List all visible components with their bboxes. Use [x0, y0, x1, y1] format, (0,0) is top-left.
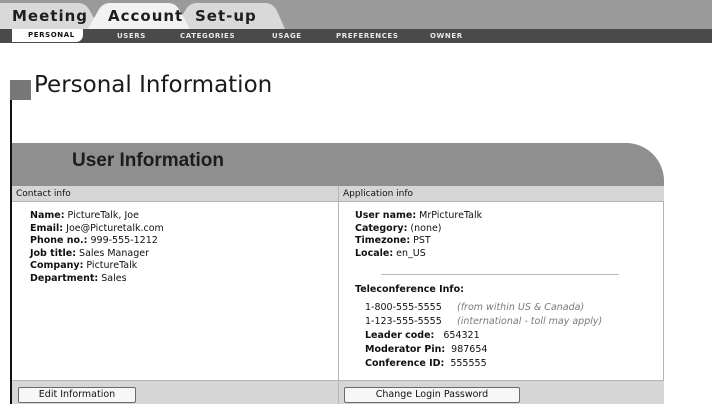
category-label: Category: — [355, 222, 408, 234]
conference-id-label: Conference ID: — [365, 358, 445, 369]
dial-in-note: (international - toll may apply) — [457, 316, 603, 327]
teleconference-heading-text: Teleconference Info: — [355, 284, 464, 295]
contact-job-title: Job title: Sales Manager — [30, 248, 164, 261]
email-value: Joe@Picturetalk.com — [66, 222, 164, 234]
locale-label: Locale: — [355, 247, 394, 259]
subnav-preferences[interactable]: PREFERENCES — [336, 29, 398, 43]
application-details: User name: MrPictureTalk Category: (none… — [355, 210, 482, 260]
dial-in-domestic: 1-800-555-5555 (from within US & Canada) — [365, 301, 602, 315]
application-footer: Change Login Password — [338, 380, 664, 404]
conference-id-value: 555555 — [450, 358, 487, 369]
user-information-header: User Information — [12, 143, 664, 186]
moderator-pin-value: 987654 — [451, 344, 488, 355]
timezone-value: PST — [413, 235, 431, 246]
account-subnav: PERSONAL USERS CATEGORIES USAGE PREFEREN… — [0, 29, 712, 43]
leader-code-label: Leader code: — [365, 330, 435, 341]
username-value: MrPictureTalk — [419, 210, 483, 221]
top-tab-bar: Meeting Set-up Account — [0, 0, 712, 29]
teleconference-heading: Teleconference Info: — [355, 284, 464, 297]
page-title: Personal Information — [34, 72, 273, 98]
application-info-heading: Application info — [338, 186, 664, 202]
application-info-section: User name: MrPictureTalk Category: (none… — [338, 202, 664, 380]
conference-id: Conference ID: 555555 — [365, 357, 602, 371]
tab-account-label: Account — [108, 7, 184, 25]
tab-account[interactable]: Account — [88, 3, 190, 29]
app-timezone: Timezone: PST — [355, 235, 482, 248]
edit-information-button[interactable]: Edit Information — [18, 387, 136, 403]
tab-setup-label: Set-up — [195, 7, 257, 25]
name-label: Name: — [30, 210, 65, 221]
teleconference-details: 1-800-555-5555 (from within US & Canada) … — [365, 301, 602, 371]
dial-in-number: 1-123-555-5555 — [365, 316, 442, 327]
change-login-password-button[interactable]: Change Login Password — [344, 387, 520, 403]
timezone-label: Timezone: — [355, 235, 411, 246]
app-locale: Locale: en_US — [355, 248, 482, 261]
moderator-pin: Moderator Pin: 987654 — [365, 343, 602, 357]
phone-label: Phone no.: — [30, 235, 88, 246]
subnav-owner[interactable]: OWNER — [430, 29, 463, 43]
email-label: Email: — [30, 222, 64, 234]
title-marker — [10, 80, 31, 100]
subnav-users[interactable]: USERS — [117, 29, 146, 43]
panel-title: User Information — [72, 150, 225, 171]
username-label: User name: — [355, 210, 417, 221]
job-label: Job title: — [30, 247, 77, 259]
moderator-pin-label: Moderator Pin: — [365, 344, 446, 355]
contact-info-heading: Contact info — [12, 186, 338, 202]
job-value: Sales Manager — [79, 247, 149, 259]
dial-in-international: 1-123-555-5555 (international - toll may … — [365, 315, 602, 329]
tab-meeting[interactable]: Meeting — [0, 3, 100, 29]
contact-phone: Phone no.: 999-555-1212 — [30, 235, 164, 248]
app-category: Category: (none) — [355, 223, 482, 236]
company-label: Company: — [30, 260, 84, 271]
locale-value: en_US — [396, 247, 426, 259]
department-label: Department: — [30, 272, 99, 284]
department-value: Sales — [101, 272, 127, 284]
dial-in-number: 1-800-555-5555 — [365, 302, 442, 313]
phone-value: 999-555-1212 — [90, 235, 158, 246]
contact-company: Company: PictureTalk — [30, 260, 164, 273]
app-username: User name: MrPictureTalk — [355, 210, 482, 223]
category-value: (none) — [410, 222, 442, 234]
contact-name: Name: PictureTalk, Joe — [30, 210, 164, 223]
subnav-usage[interactable]: USAGE — [272, 29, 302, 43]
tab-meeting-label: Meeting — [12, 7, 89, 25]
dial-in-note: (from within US & Canada) — [457, 302, 585, 313]
leader-code: Leader code: 654321 — [365, 329, 602, 343]
contact-footer: Edit Information — [12, 380, 338, 404]
leader-code-value: 654321 — [443, 330, 480, 341]
company-value: PictureTalk — [86, 260, 138, 271]
contact-info-section: Name: PictureTalk, Joe Email: Joe@Pictur… — [12, 202, 338, 380]
subnav-categories[interactable]: CATEGORIES — [180, 29, 235, 43]
contact-department: Department: Sales — [30, 273, 164, 286]
contact-details: Name: PictureTalk, Joe Email: Joe@Pictur… — [30, 210, 164, 285]
contact-email: Email: Joe@Picturetalk.com — [30, 223, 164, 236]
name-value: PictureTalk, Joe — [67, 210, 139, 221]
subnav-personal[interactable]: PERSONAL — [12, 29, 83, 42]
section-divider — [381, 274, 619, 275]
